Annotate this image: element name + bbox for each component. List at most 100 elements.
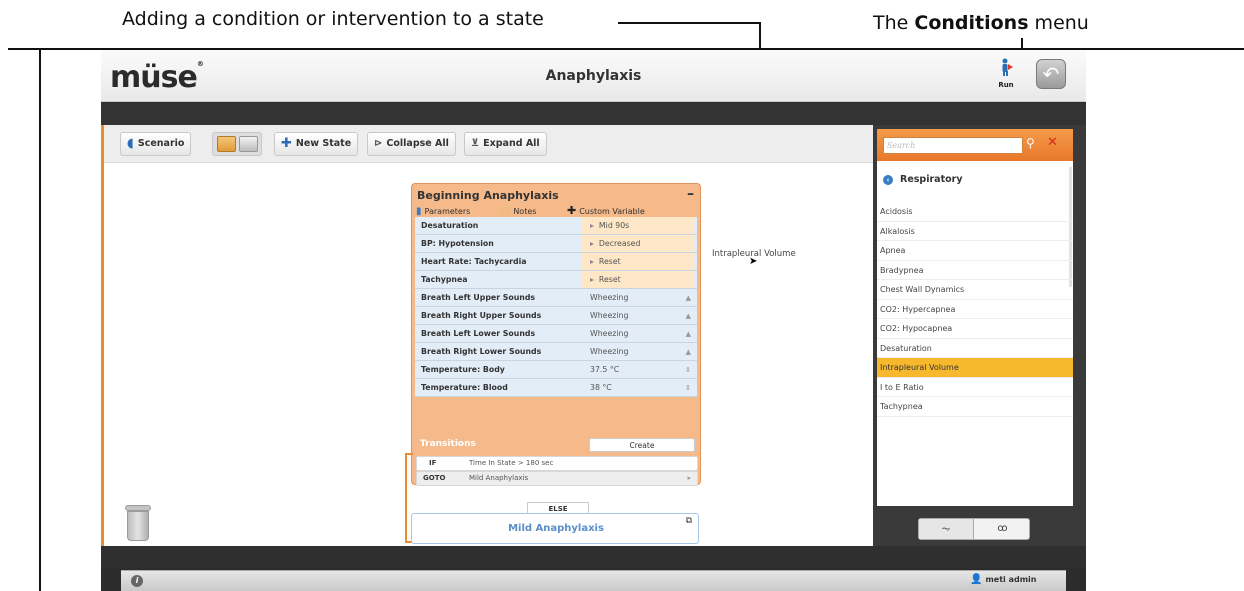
dropdown-icon[interactable]: ▲ xyxy=(686,307,691,325)
parameter-value-text: Wheezing xyxy=(590,347,629,356)
parameter-row[interactable]: BP: Hypotension ▸ Decreased xyxy=(415,235,697,253)
user-menu[interactable]: 👤 meti admin xyxy=(970,574,1036,585)
condition-item[interactable]: Acidosis xyxy=(877,202,1073,222)
search-icon[interactable]: ⚲ xyxy=(1026,136,1035,150)
transition-if-row[interactable]: IF Time In State > 180 sec xyxy=(416,456,698,471)
condition-item[interactable]: CO2: Hypercapnea xyxy=(877,300,1073,319)
parameter-value[interactable]: Wheezing xyxy=(582,289,694,306)
condition-item[interactable]: Desaturation xyxy=(877,339,1073,358)
waveform-icon[interactable]: ⏦ xyxy=(919,519,974,539)
undo-button[interactable]: ↶ xyxy=(1036,59,1066,89)
back-icon[interactable]: ‹ xyxy=(883,174,893,185)
parameter-value[interactable]: Wheezing xyxy=(582,343,694,360)
tab-custom-variable[interactable]: ✚ Custom Variable xyxy=(566,204,659,217)
parameter-table: Desaturation ▸ Mid 90s BP: Hypotension ▸ Decr… xyxy=(415,217,697,397)
play-arrow-icon: ▸ xyxy=(590,275,594,284)
parameter-value-text: 37.5 °C xyxy=(590,365,620,374)
parameter-name: Desaturation xyxy=(421,221,479,230)
info-icon[interactable]: i xyxy=(131,575,143,587)
panel-mode-toggle: ⏦ ꝏ xyxy=(918,518,1030,540)
search-input[interactable]: Search xyxy=(883,137,1023,154)
parameter-name: Temperature: Body xyxy=(421,365,505,374)
stepper-icon[interactable]: ⇕ xyxy=(685,361,691,379)
parameter-name: Heart Rate: Tachycardia xyxy=(421,257,527,266)
trash-icon[interactable] xyxy=(125,505,151,541)
parameter-row[interactable]: Tachypnea ▸ Reset xyxy=(415,271,697,289)
condition-item[interactable]: Tachypnea xyxy=(877,397,1073,417)
parameter-name: Tachypnea xyxy=(421,275,468,284)
condition-item[interactable]: Bradypnea xyxy=(877,261,1073,280)
state-tabs: ▮ Parameters ▢ Notes ✚ Custom Variable xyxy=(416,204,673,217)
expand-all-button[interactable]: ⊻ Expand All xyxy=(464,132,547,156)
parameter-value[interactable]: ▸ Reset xyxy=(582,271,694,288)
parameter-row[interactable]: Desaturation ▸ Mid 90s xyxy=(415,217,697,235)
stepper-icon[interactable]: ⇕ xyxy=(685,379,691,397)
close-icon[interactable]: ✕ xyxy=(1047,135,1058,150)
search-bar: Search ⚲ ✕ xyxy=(877,129,1073,161)
parameter-row[interactable]: Temperature: Body 37.5 °C ⇕ xyxy=(415,361,697,379)
parameter-value[interactable]: Wheezing xyxy=(582,307,694,324)
list-view-icon[interactable] xyxy=(239,136,258,152)
run-person-icon xyxy=(1002,58,1013,76)
parameter-row[interactable]: Breath Right Lower Sounds Wheezing ▲ xyxy=(415,343,697,361)
parameter-value-text: Wheezing xyxy=(590,311,629,320)
scenario-workspace[interactable]: ◖ Scenario ✚ New State ⊳ Collapse All ⊻ Expa… xyxy=(101,125,873,546)
parameter-value[interactable]: ▸ Decreased xyxy=(582,235,694,252)
parameter-name: Breath Right Upper Sounds xyxy=(421,311,542,320)
category-header-respiratory[interactable]: ‹ Respiratory xyxy=(883,174,963,185)
collapse-icon: ⊳ xyxy=(374,138,383,149)
page: Adding a condition or intervention to a … xyxy=(0,0,1244,591)
parameter-row[interactable]: Breath Left Lower Sounds Wheezing ▲ xyxy=(415,325,697,343)
copy-icon[interactable]: ⧉ xyxy=(686,516,692,526)
scenario-icon: ◖ xyxy=(127,136,134,151)
parameter-value-text: Reset xyxy=(598,275,621,284)
scenario-button[interactable]: ◖ Scenario xyxy=(120,132,192,156)
transition-goto-row[interactable]: GOTO Mild Anaphylaxis ▸ xyxy=(416,471,698,486)
parameter-value[interactable]: 37.5 °C xyxy=(582,361,694,378)
user-icon: 👤 xyxy=(970,574,983,585)
tab-notes[interactable]: ▢ Notes xyxy=(500,206,551,217)
tab-parameters[interactable]: ▮ Parameters xyxy=(416,206,484,217)
parameter-value[interactable]: ▸ Mid 90s xyxy=(582,217,694,234)
dropdown-icon[interactable]: ▲ xyxy=(686,325,691,343)
condition-item[interactable]: Alkalosis xyxy=(877,222,1073,241)
parameter-row[interactable]: Heart Rate: Tachycardia ▸ Reset xyxy=(415,253,697,271)
layout-toggle[interactable] xyxy=(212,132,262,156)
condition-item[interactable]: Apnea xyxy=(877,241,1073,261)
parameter-row[interactable]: Temperature: Blood 38 °C ⇕ xyxy=(415,379,697,397)
parameter-value-text: Wheezing xyxy=(590,329,629,338)
state-connector xyxy=(405,453,407,543)
parameter-value[interactable]: ▸ Reset xyxy=(582,253,694,270)
dropdown-icon[interactable]: ▲ xyxy=(686,343,691,361)
parameter-value-text: 38 °C xyxy=(590,383,612,392)
parameter-value[interactable]: Wheezing xyxy=(582,325,694,342)
state-card-beginning-anaphylaxis[interactable]: Beginning Anaphylaxis – ▮ Parameters ▢ Not… xyxy=(411,183,701,515)
goto-arrow-icon: ▸ xyxy=(687,474,691,482)
condition-item[interactable]: Chest Wall Dynamics xyxy=(877,280,1073,300)
create-transition-button[interactable]: Create xyxy=(589,438,695,452)
plus-icon: ✚ xyxy=(566,204,577,217)
parameter-row[interactable]: Breath Right Upper Sounds Wheezing ▲ xyxy=(415,307,697,325)
parameter-value[interactable]: 38 °C xyxy=(582,379,694,396)
condition-item[interactable]: I to E Ratio xyxy=(877,378,1073,397)
condition-item[interactable]: Intrapleural Volume xyxy=(877,358,1073,378)
notes-icon: ▢ xyxy=(500,206,511,217)
dropdown-icon[interactable]: ▲ xyxy=(686,289,691,307)
condition-item[interactable]: CO2: Hypocapnea xyxy=(877,319,1073,339)
grid-view-icon[interactable] xyxy=(217,136,236,152)
parameter-row[interactable]: Breath Left Upper Sounds Wheezing ▲ xyxy=(415,289,697,307)
parameter-name: Breath Right Lower Sounds xyxy=(421,347,542,356)
if-condition: Time In State > 180 sec xyxy=(469,459,554,467)
new-state-button[interactable]: ✚ New State xyxy=(274,132,359,156)
voicemail-icon[interactable]: ꝏ xyxy=(975,519,1030,539)
app-header: müse® Anaphylaxis Run ↶ xyxy=(101,50,1086,102)
status-bar: i 👤 meti admin xyxy=(121,570,1066,591)
state-card-mild-anaphylaxis[interactable]: Mild Anaphylaxis ⧉ xyxy=(411,513,699,544)
state-collapse-button[interactable]: – xyxy=(687,186,694,202)
transitions-label: Transitions xyxy=(420,439,476,449)
parameter-value-text: Reset xyxy=(598,257,621,266)
run-button[interactable]: Run xyxy=(994,58,1018,94)
parameters-icon: ▮ xyxy=(416,206,422,217)
collapse-all-button[interactable]: ⊳ Collapse All xyxy=(367,132,456,156)
expand-icon: ⊻ xyxy=(471,138,480,149)
